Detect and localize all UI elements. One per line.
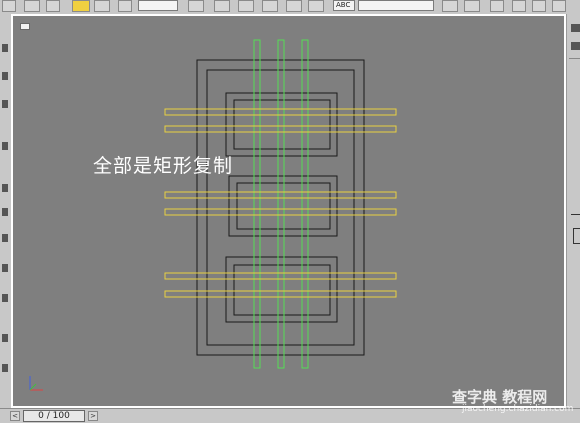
perspective-viewport[interactable]: 全部是矩形复制 xyxy=(11,14,566,408)
rotate-tool-button[interactable] xyxy=(94,0,110,12)
panel-top-outer xyxy=(225,92,338,157)
named-selection-set-field[interactable] xyxy=(358,0,434,11)
angle-snap-button[interactable] xyxy=(262,0,278,12)
material-editor-button[interactable] xyxy=(552,0,566,12)
panel-rollout[interactable] xyxy=(573,228,580,244)
strip-icon[interactable] xyxy=(2,208,8,216)
strip-icon[interactable] xyxy=(2,294,8,302)
panel-bottom-outer xyxy=(225,256,338,323)
strip-icon[interactable] xyxy=(2,44,8,52)
align-button[interactable] xyxy=(464,0,480,12)
strip-icon[interactable] xyxy=(2,334,8,342)
percent-snap-button[interactable] xyxy=(286,0,302,12)
strip-icon[interactable] xyxy=(2,234,8,242)
yellow-rect-4 xyxy=(164,208,397,216)
panel-icon[interactable] xyxy=(571,24,580,32)
spinner-snap-button[interactable] xyxy=(308,0,324,12)
strip-icon[interactable] xyxy=(2,184,8,192)
annotation-text: 全部是矩形复制 xyxy=(93,155,234,177)
snap-toggle-button[interactable] xyxy=(238,0,254,12)
mirror-button[interactable] xyxy=(442,0,458,12)
green-rect-1 xyxy=(253,39,261,369)
yellow-rect-6 xyxy=(164,290,397,298)
schematic-view-button[interactable] xyxy=(532,0,546,12)
strip-icon[interactable] xyxy=(2,364,8,372)
panel-divider xyxy=(571,214,580,215)
reference-coordinate-dropdown[interactable] xyxy=(138,0,178,11)
curve-editor-button[interactable] xyxy=(512,0,526,12)
green-rect-2 xyxy=(277,39,285,369)
viewport-canvas[interactable]: 全部是矩形复制 xyxy=(13,16,564,406)
prev-frame-button[interactable]: < xyxy=(10,411,20,421)
scale-tool-button[interactable] xyxy=(118,0,132,12)
strip-icon[interactable] xyxy=(2,72,8,80)
move-tool-button[interactable] xyxy=(72,0,90,12)
lock-icon[interactable] xyxy=(2,142,8,150)
yellow-rect-5 xyxy=(164,272,397,280)
strip-icon[interactable] xyxy=(2,264,8,272)
watermark-url: jiaocheng.chazidian.com xyxy=(462,404,574,414)
panel-top-inner xyxy=(233,99,331,150)
time-slider-thumb[interactable]: 0 / 100 xyxy=(23,410,85,422)
layer-manager-button[interactable] xyxy=(490,0,504,12)
strip-icon[interactable] xyxy=(2,100,8,108)
panel-mid-outer xyxy=(228,175,338,237)
scene-drawing xyxy=(29,39,397,391)
select-filter-button[interactable] xyxy=(46,0,60,12)
outer-frame-rect xyxy=(196,59,365,356)
edit-named-selections-button[interactable]: ABC xyxy=(333,0,355,11)
axis-tripod-icon xyxy=(29,376,43,391)
site-watermark: 查字典 教程网 jiaocheng.chazidian.com xyxy=(452,386,574,418)
yellow-rect-1 xyxy=(164,108,397,116)
command-panel-edge xyxy=(566,14,580,410)
yellow-rect-3 xyxy=(164,191,397,199)
green-rect-3 xyxy=(301,39,309,369)
main-toolbar: ABC xyxy=(0,0,580,15)
panel-divider xyxy=(569,58,580,59)
manipulate-button[interactable] xyxy=(214,0,230,12)
pivot-button[interactable] xyxy=(188,0,204,12)
select-region-button[interactable] xyxy=(24,0,40,12)
yellow-rect-2 xyxy=(164,125,397,133)
select-object-button[interactable] xyxy=(2,0,16,12)
next-frame-button[interactable]: > xyxy=(88,411,98,421)
panel-icon[interactable] xyxy=(571,42,580,50)
